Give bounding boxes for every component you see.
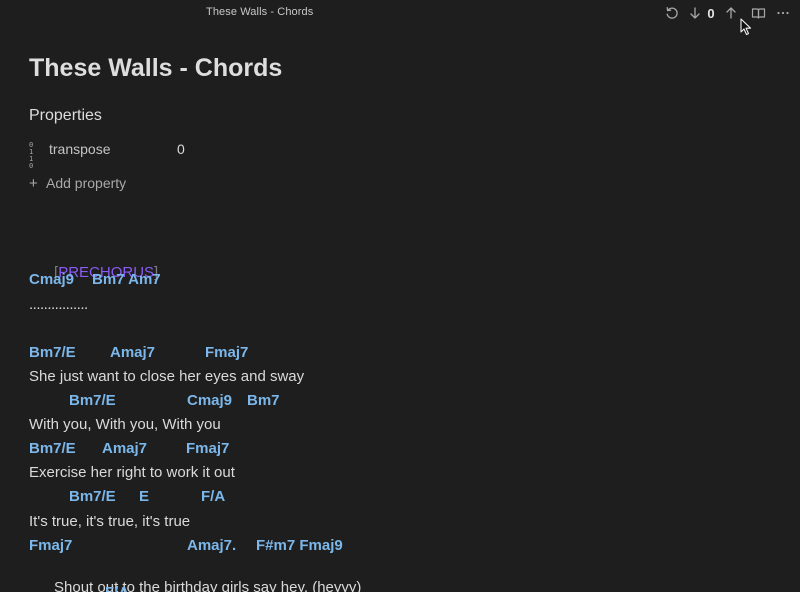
chord: Bm7/E — [69, 392, 116, 409]
chord-line: Cmaj9 Bm7 Am7 — [29, 271, 429, 289]
arrow-up-icon[interactable] — [722, 4, 740, 22]
chord-line: F/A — [29, 584, 429, 592]
app-window: These Walls - Chords 0 These Walls - Cho… — [0, 0, 800, 592]
more-options-icon[interactable] — [774, 4, 792, 22]
chord: Fmaj7 — [29, 537, 73, 554]
lyric-line: She just want to close her eyes and sway — [29, 368, 305, 385]
chord: Bm7 Am7 — [92, 271, 161, 288]
reset-icon[interactable] — [663, 4, 681, 22]
add-property-label: Add property — [46, 175, 127, 191]
property-key[interactable]: transpose — [49, 141, 110, 157]
chord: F/A — [201, 488, 226, 505]
title-bar: These Walls - Chords 0 — [0, 0, 800, 26]
chord-line: Bm7/E Cmaj9 Bm7 — [29, 392, 429, 410]
chord-line: Fmaj7 Amaj7. F#m7 Fmaj9 — [29, 537, 429, 555]
chord: Bm7/E — [29, 440, 76, 457]
page-title[interactable]: These Walls - Chords — [29, 54, 282, 83]
chord: F/A — [105, 584, 129, 592]
mouse-pointer-icon — [740, 18, 752, 41]
transpose-toolbar: 0 — [658, 4, 792, 22]
properties-heading[interactable]: Properties — [29, 107, 102, 125]
chord-line: Bm7/E E F/A — [29, 488, 429, 506]
number-icon: 0 11 0 — [29, 141, 38, 170]
chord: Bm7 — [247, 392, 280, 409]
chord: Cmaj9 — [187, 392, 233, 409]
property-value[interactable]: 0 — [177, 141, 185, 157]
lyric-line: It's true, it's true, it's true — [29, 513, 191, 530]
chord: Cmaj9 — [29, 271, 75, 288]
chord: Bm7/E — [29, 344, 76, 361]
tab-title: These Walls - Chords — [206, 6, 314, 18]
transpose-count: 0 — [707, 5, 715, 21]
chord: Fmaj7 — [186, 440, 230, 457]
chord: Amaj7 — [110, 344, 156, 361]
plus-icon: + — [29, 175, 38, 192]
lyric-line: Exercise her right to work it out — [29, 464, 235, 481]
chord-line: Bm7/E Amaj7 Fmaj7 — [29, 440, 429, 458]
chord-line: Bm7/E Amaj7 Fmaj7 — [29, 344, 429, 362]
chord: E — [139, 488, 150, 505]
dots-line: ................ — [29, 296, 88, 313]
lyric-line: With you, With you, With you — [29, 416, 221, 433]
chord: F#m7 Fmaj9 — [256, 537, 343, 554]
arrow-down-icon[interactable] — [686, 4, 704, 22]
chord: Amaj7. — [187, 537, 237, 554]
chord: Bm7/E — [69, 488, 116, 505]
add-property-button[interactable]: + Add property — [29, 175, 126, 192]
chord: Fmaj7 — [205, 344, 249, 361]
chord: Amaj7 — [102, 440, 148, 457]
property-row-transpose[interactable]: 0 11 0 transpose 0 — [29, 141, 229, 170]
